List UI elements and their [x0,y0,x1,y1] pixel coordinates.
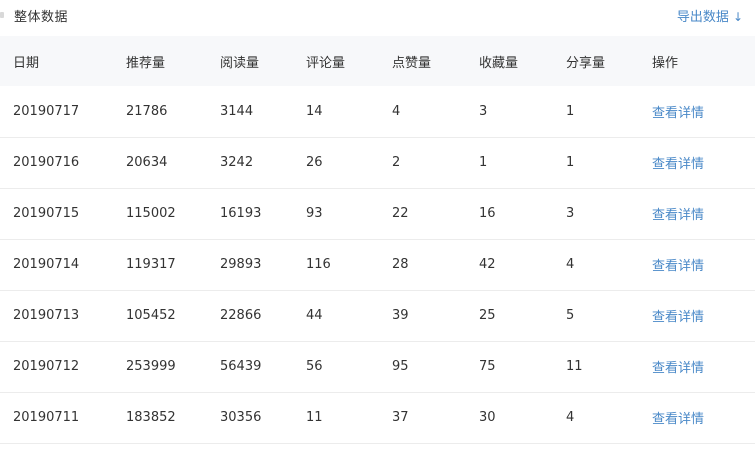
cell-reads: 22866 [220,308,262,323]
column-header-likes: 点赞量 [392,55,432,71]
cell-comments: 93 [306,206,323,221]
cell-comments: 56 [306,359,323,374]
cell-action: 查看详情 [652,86,755,137]
cell-shares: 3 [566,206,575,221]
bullet-icon [0,12,4,18]
cell-action: 查看详情 [652,239,755,290]
table-row: 20190716 20634 3242 26 2 1 1 查看详情 [0,137,755,188]
table-row: 20190717 21786 3144 14 4 3 1 查看详情 [0,86,755,137]
view-details-link[interactable]: 查看详情 [652,412,704,427]
cell-shares: 4 [566,257,575,272]
cell-comments: 11 [306,410,323,425]
cell-favorites: 1 [479,155,488,170]
cell-date: 20190716 [13,155,80,170]
cell-date: 20190713 [13,308,80,323]
cell-date: 20190717 [13,103,80,119]
column-header-comments: 评论量 [306,55,346,71]
cell-comments: 14 [306,103,323,119]
cell-action: 查看详情 [652,392,755,443]
cell-favorites: 16 [479,206,496,221]
column-header-shares: 分享量 [566,55,606,71]
table-row: 20190715 115002 16193 93 22 16 3 查看详情 [0,188,755,239]
cell-likes: 4 [392,103,401,119]
cell-favorites: 30 [479,410,496,425]
cell-action: 查看详情 [652,137,755,188]
column-header-favorites: 收藏量 [479,55,519,71]
cell-likes: 39 [392,308,409,323]
table-row: 20190711 183852 30356 11 37 30 4 查看详情 [0,392,755,443]
cell-reads: 3242 [220,155,254,170]
export-data-button[interactable]: 导出数据 ↓ [677,6,743,25]
cell-shares: 11 [566,359,583,374]
cell-shares: 5 [566,308,575,323]
cell-comments: 26 [306,155,323,170]
cell-date: 20190712 [13,359,80,374]
cell-reads: 29893 [220,257,262,272]
cell-recommendations: 119317 [126,257,176,272]
cell-shares: 1 [566,155,575,170]
view-details-link[interactable]: 查看详情 [652,361,704,376]
cell-reads: 16193 [220,206,262,221]
cell-likes: 28 [392,257,409,272]
view-details-link[interactable]: 查看详情 [652,208,704,223]
cell-date: 20190711 [13,410,80,425]
column-header-recommendations: 推荐量 [126,55,166,71]
cell-favorites: 3 [479,103,488,119]
cell-reads: 56439 [220,359,262,374]
cell-action: 查看详情 [652,290,755,341]
cell-reads: 30356 [220,410,262,425]
section-header: 整体数据 导出数据 ↓ [0,0,755,34]
table-row: 20190714 119317 29893 116 28 42 4 查看详情 [0,239,755,290]
column-header-date: 日期 [13,55,40,71]
view-details-link[interactable]: 查看详情 [652,157,704,172]
cell-likes: 95 [392,359,409,374]
cell-recommendations: 115002 [126,206,176,221]
cell-action: 查看详情 [652,341,755,392]
cell-comments: 44 [306,308,323,323]
section-title: 整体数据 [14,10,69,25]
cell-recommendations: 253999 [126,359,176,374]
cell-recommendations: 21786 [126,103,168,119]
column-header-actions: 操作 [652,55,679,71]
cell-date: 20190714 [13,257,80,272]
column-header-reads: 阅读量 [220,55,260,71]
cell-date: 20190715 [13,206,80,221]
cell-recommendations: 105452 [126,308,176,323]
data-table: 日期 推荐量 阅读量 评论量 点赞量 收藏量 分享量 操作 20190717 2… [0,36,755,444]
cell-favorites: 25 [479,308,496,323]
cell-shares: 1 [566,103,575,119]
table-row: 20190713 105452 22866 44 39 25 5 查看详情 [0,290,755,341]
table-header-row: 日期 推荐量 阅读量 评论量 点赞量 收藏量 分享量 操作 [0,36,755,86]
cell-favorites: 75 [479,359,496,374]
download-arrow-icon: ↓ [732,10,743,24]
cell-shares: 4 [566,410,575,425]
cell-comments: 116 [306,257,331,272]
table-row: 20190712 253999 56439 56 95 75 11 查看详情 [0,341,755,392]
cell-likes: 2 [392,155,401,170]
cell-likes: 22 [392,206,409,221]
cell-recommendations: 183852 [126,410,176,425]
view-details-link[interactable]: 查看详情 [652,106,704,121]
cell-reads: 3144 [220,103,254,119]
cell-action: 查看详情 [652,188,755,239]
export-label: 导出数据 [676,10,729,25]
cell-favorites: 42 [479,257,496,272]
cell-recommendations: 20634 [126,155,168,170]
view-details-link[interactable]: 查看详情 [652,310,704,325]
cell-likes: 37 [392,410,409,425]
view-details-link[interactable]: 查看详情 [652,259,704,274]
